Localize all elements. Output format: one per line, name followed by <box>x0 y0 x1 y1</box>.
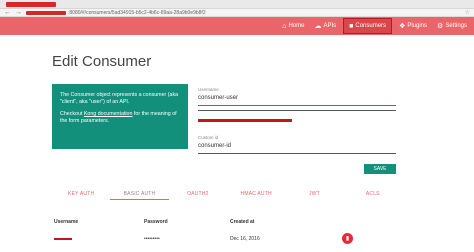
info-description: The Consumer object represents a consume… <box>60 92 179 105</box>
nav-item-plugins[interactable]: ❖ Plugins <box>394 19 432 33</box>
url-host-redacted <box>26 10 66 15</box>
person-icon: ■ <box>349 22 354 30</box>
tab-basic-auth[interactable]: BASIC AUTH <box>110 190 169 200</box>
info-docs-pre: Checkout <box>60 111 84 117</box>
info-panel: The Consumer object represents a consume… <box>52 84 188 149</box>
username-label: Username <box>198 87 219 92</box>
username-field[interactable]: Username consumer-user <box>198 87 396 106</box>
nav-item-label: Plugins <box>407 23 428 29</box>
star-icon[interactable]: ☆ <box>465 9 470 17</box>
nav-item-label: Consumers <box>355 23 387 29</box>
redacted-value <box>198 119 292 122</box>
nav-item-settings[interactable]: ⚙ Settings <box>432 19 472 33</box>
redacted-field[interactable] <box>198 110 396 111</box>
created-at-cell: Dec 16, 2016 <box>230 236 260 242</box>
column-password: Password <box>144 219 168 225</box>
save-button[interactable]: SAVE <box>364 164 396 174</box>
browser-tab[interactable] <box>6 2 56 7</box>
nav-item-consumers[interactable]: ■ Consumers <box>343 18 393 34</box>
custom-id-label: Custom id <box>198 135 219 140</box>
redacted-underline <box>198 110 396 111</box>
custom-id-input[interactable]: consumer-id <box>198 143 396 149</box>
username-underline <box>198 105 396 106</box>
browser-tab-strip <box>0 0 474 9</box>
info-docs-text: Checkout Kong documentation for the mean… <box>60 111 180 125</box>
puzzle-icon: ❖ <box>399 23 406 30</box>
page-title: Edit Consumer <box>52 53 152 70</box>
browser-address-bar[interactable]: ← → :8080/#/consumers/5ad34915-b5c2-4b6c… <box>0 9 474 17</box>
arrow-right-icon[interactable]: → <box>15 9 22 17</box>
tab-oauth2[interactable]: OAUTH2 <box>169 190 227 200</box>
custom-id-field[interactable]: Custom id consumer-id <box>198 135 396 154</box>
tab-hmac-auth[interactable]: HMAC AUTH <box>227 190 285 200</box>
cloud-icon: ☁ <box>314 23 322 30</box>
app-header: ⌂ Home ☁ APIs ■ Consumers ❖ Plugins ⚙ Se… <box>0 17 474 35</box>
nav-item-label: Home <box>288 23 305 29</box>
custom-id-underline <box>198 153 396 154</box>
tab-jwt[interactable]: JWT <box>285 190 343 200</box>
nav-item-apis[interactable]: ☁ APIs <box>309 19 341 33</box>
gear-icon: ⚙ <box>437 23 444 30</box>
nav-item-label: Settings <box>445 23 467 29</box>
password-cell: ••••••••• <box>144 236 160 242</box>
auth-tabs: KEY AUTH BASIC AUTH OAUTH2 HMAC AUTH JWT… <box>52 190 402 200</box>
tab-key-auth[interactable]: KEY AUTH <box>52 190 110 200</box>
nav-item-home[interactable]: ⌂ Home <box>277 19 309 33</box>
username-input[interactable]: consumer-user <box>198 95 396 101</box>
delete-button[interactable]: ▮ <box>342 233 353 244</box>
url-text[interactable]: :8080/#/consumers/5ad34915-b5c2-4b6c-89a… <box>68 10 206 16</box>
username-cell <box>54 238 72 240</box>
arrow-left-icon[interactable]: ← <box>4 9 11 17</box>
kong-docs-link[interactable]: Kong documentation <box>84 111 133 117</box>
home-icon: ⌂ <box>282 22 287 30</box>
tab-acls[interactable]: ACLS <box>344 190 402 200</box>
trash-icon: ▮ <box>345 235 350 242</box>
column-created-at: Created at <box>230 219 255 225</box>
column-username: Username <box>54 219 79 225</box>
nav-item-label: APIs <box>323 23 337 29</box>
